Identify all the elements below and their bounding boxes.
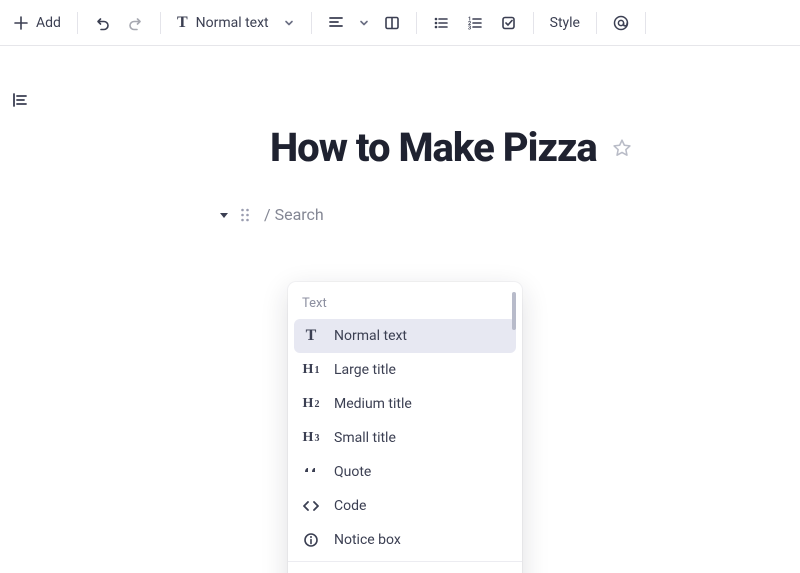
title-row: How to Make Pizza — [270, 124, 800, 171]
triangle-down-icon — [218, 209, 230, 221]
svg-text:3: 3 — [468, 25, 471, 31]
h2-icon: H2 — [300, 396, 322, 412]
text-format-select[interactable]: T Normal text — [169, 7, 303, 39]
menu-item-medium-title[interactable]: H2 Medium title — [288, 387, 522, 421]
add-label: Add — [36, 15, 61, 31]
redo-button[interactable] — [120, 7, 152, 39]
quote-icon — [300, 464, 322, 480]
columns-icon — [384, 15, 400, 31]
menu-item-label: Quote — [334, 464, 371, 480]
style-button[interactable]: Style — [542, 7, 588, 39]
h3-icon: H3 — [300, 430, 322, 446]
align-dropdown[interactable] — [354, 7, 374, 39]
undo-button[interactable] — [86, 7, 118, 39]
text-icon: T — [177, 14, 188, 32]
menu-item-label: Normal text — [334, 328, 407, 344]
toolbar: Add T Normal text 123 Style — [0, 0, 800, 46]
plus-icon — [14, 16, 28, 30]
numbered-list-icon: 123 — [467, 15, 483, 31]
menu-item-large-title[interactable]: H1 Large title — [288, 353, 522, 387]
separator — [416, 12, 417, 34]
document-area: How to Make Pizza / Search Text T Normal… — [0, 46, 800, 224]
mention-button[interactable] — [605, 7, 637, 39]
menu-item-label: Code — [334, 498, 366, 514]
chevron-down-icon — [283, 17, 295, 29]
more-options-button[interactable]: More options — [288, 562, 522, 573]
style-label: Style — [550, 15, 580, 31]
columns-button[interactable] — [376, 7, 408, 39]
menu-item-normal-text[interactable]: T Normal text — [294, 319, 516, 353]
numbered-list-button[interactable]: 123 — [459, 7, 491, 39]
block-type-menu: Text T Normal text H1 Large title H2 Med… — [288, 282, 522, 573]
separator — [533, 12, 534, 34]
menu-item-small-title[interactable]: H3 Small title — [288, 421, 522, 455]
drag-handle[interactable] — [240, 207, 250, 223]
text-icon: T — [300, 327, 322, 345]
align-button[interactable] — [320, 7, 352, 39]
separator — [645, 12, 646, 34]
h1-icon: H1 — [300, 362, 322, 378]
chevron-down-icon — [358, 17, 370, 29]
align-left-icon — [328, 15, 344, 31]
slash-command-input[interactable]: / Search — [264, 205, 324, 224]
menu-item-label: Large title — [334, 362, 396, 378]
menu-item-label: Notice box — [334, 532, 401, 548]
add-button[interactable]: Add — [6, 7, 69, 39]
menu-item-label: Small title — [334, 430, 396, 446]
block-insert-row: / Search — [218, 205, 800, 224]
redo-icon — [128, 15, 144, 31]
info-icon — [300, 532, 322, 548]
bullet-list-icon — [433, 15, 449, 31]
checklist-button[interactable] — [493, 7, 525, 39]
text-format-label: Normal text — [196, 15, 269, 31]
separator — [596, 12, 597, 34]
favorite-button[interactable] — [611, 137, 633, 159]
page-title[interactable]: How to Make Pizza — [270, 124, 597, 171]
menu-item-code[interactable]: Code — [288, 489, 522, 523]
menu-item-notice-box[interactable]: Notice box — [288, 523, 522, 557]
separator — [77, 12, 78, 34]
at-icon — [612, 14, 630, 32]
drag-icon — [240, 207, 250, 223]
checkbox-icon — [501, 15, 517, 31]
scrollbar-thumb[interactable] — [512, 292, 516, 330]
separator — [160, 12, 161, 34]
star-icon — [611, 137, 633, 159]
slash-placeholder: Search — [275, 205, 324, 224]
menu-item-label: Medium title — [334, 396, 412, 412]
code-icon — [300, 498, 322, 514]
separator — [311, 12, 312, 34]
menu-item-quote[interactable]: Quote — [288, 455, 522, 489]
menu-section-label: Text — [288, 292, 522, 319]
undo-icon — [94, 15, 110, 31]
bullet-list-button[interactable] — [425, 7, 457, 39]
collapse-toggle[interactable] — [218, 209, 230, 221]
slash-prefix: / — [264, 205, 271, 224]
